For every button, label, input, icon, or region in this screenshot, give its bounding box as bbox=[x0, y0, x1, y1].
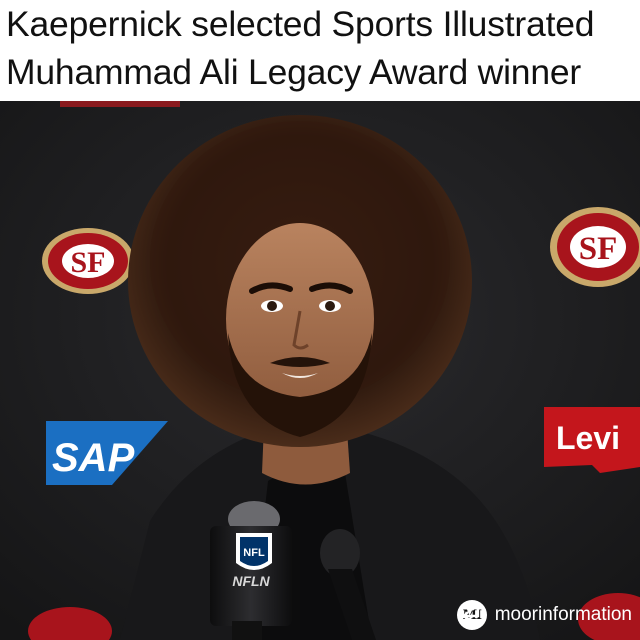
top-edge-logo-partial bbox=[60, 101, 180, 107]
repost-icon bbox=[460, 601, 479, 621]
nfl-shield-text: NFL bbox=[243, 547, 265, 559]
headline-line-2: Muhammad Ali Legacy Award winner bbox=[6, 52, 582, 92]
niners-logo-left-text: SF bbox=[70, 246, 105, 279]
levis-logo-text: Levi bbox=[556, 420, 620, 456]
attribution: MI moorinformation bbox=[456, 600, 632, 630]
niners-logo-right-text: SF bbox=[579, 231, 618, 267]
nfln-mic-flag-text: NFLN bbox=[232, 573, 270, 589]
press-conference-photo: SF SF SAP Levi NFL NFLN MI moorinformati… bbox=[0, 101, 640, 640]
photo-illustration: SF SF SAP Levi NFL NFLN bbox=[0, 101, 640, 640]
sap-logo-text: SAP bbox=[52, 436, 135, 480]
account-handle: moorinformation bbox=[494, 604, 632, 625]
niners-logo-left: SF bbox=[42, 228, 134, 294]
headline-banner: Kaepernick selected Sports Illustrated M… bbox=[0, 0, 640, 101]
levis-logo: Levi bbox=[544, 407, 640, 473]
headline-line-1: Kaepernick selected Sports Illustrated bbox=[6, 4, 595, 44]
